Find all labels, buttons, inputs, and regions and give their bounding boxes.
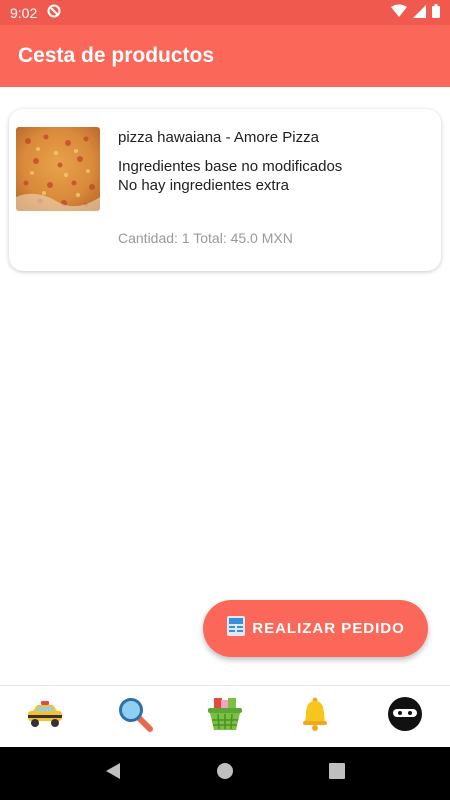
cart-item-base-ingredients: Ingredientes base no modificados [118, 158, 343, 175]
nav-search[interactable] [105, 692, 165, 742]
receipt-icon [226, 615, 246, 642]
place-order-button[interactable]: REALIZAR PEDIDO [203, 600, 428, 657]
cart-item-extra-ingredients: No hay ingredientes extra [118, 177, 289, 194]
nav-basket[interactable] [195, 692, 255, 742]
wifi-icon [391, 4, 407, 21]
status-bar: 9:02 [0, 0, 450, 25]
pizza-photo [16, 127, 100, 211]
cart-item-summary: Cantidad: 1 Total: 45.0 MXN [118, 230, 293, 246]
signal-icon [413, 4, 426, 21]
home-icon[interactable] [216, 762, 234, 785]
recents-icon[interactable] [329, 763, 345, 784]
status-time: 9:02 [10, 4, 38, 21]
do-not-disturb-icon [47, 4, 61, 21]
nav-taxi[interactable] [15, 692, 75, 742]
basket-icon [206, 696, 244, 737]
taxi-icon [26, 699, 64, 734]
system-nav-bar [0, 747, 450, 800]
place-order-label: REALIZAR PEDIDO [252, 620, 405, 637]
battery-icon [432, 4, 440, 21]
ninja-avatar-icon [387, 696, 423, 737]
bottom-nav [0, 685, 450, 747]
page-title: Cesta de productos [18, 44, 215, 67]
nav-notifications[interactable] [285, 692, 345, 742]
cart-item-card[interactable]: pizza hawaiana - Amore Pizza Ingrediente… [9, 109, 441, 271]
back-icon[interactable] [105, 762, 121, 785]
search-icon [116, 695, 154, 738]
app-bar: Cesta de productos [0, 25, 450, 87]
nav-profile[interactable] [375, 692, 435, 742]
bell-icon [300, 696, 330, 737]
cart-item-name: pizza hawaiana - Amore Pizza [118, 129, 319, 146]
